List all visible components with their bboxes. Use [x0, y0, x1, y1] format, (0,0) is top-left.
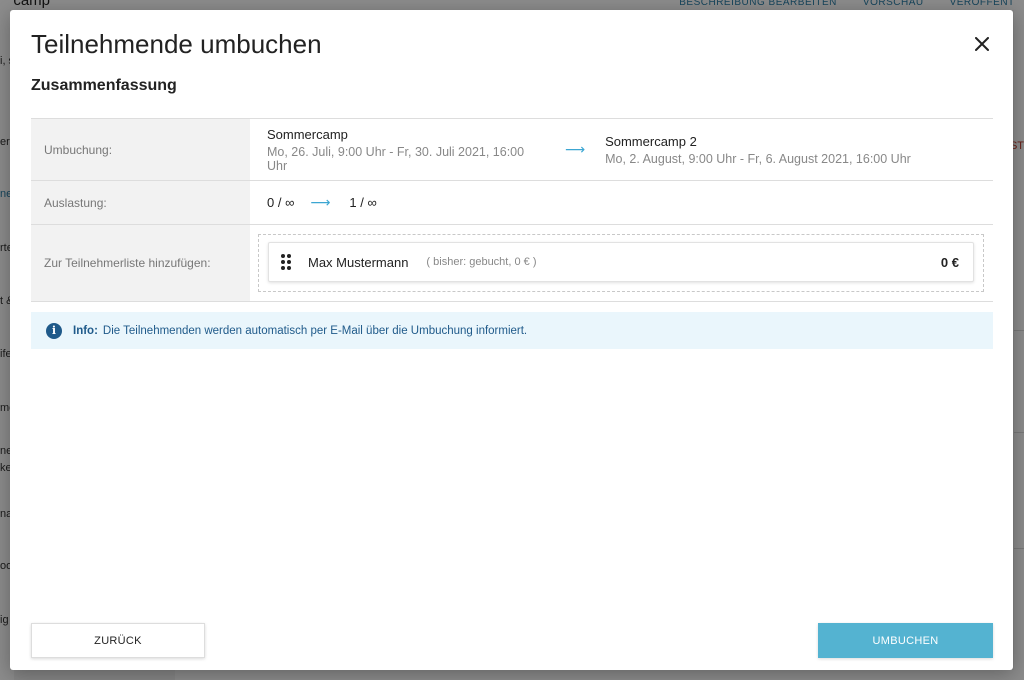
participant-name: Max Mustermann	[308, 254, 409, 270]
participant-price: 0 €	[940, 254, 959, 270]
row-label-booking: Umbuchung:	[31, 119, 250, 180]
row-content-capacity: 0 / ∞ ⟶ 1 / ∞	[250, 181, 993, 224]
close-icon	[975, 37, 989, 51]
dialog-title: Teilnehmende umbuchen	[31, 29, 322, 59]
summary-row-capacity: Auslastung: 0 / ∞ ⟶ 1 / ∞	[31, 181, 993, 225]
source-event-dates: Mo, 26. Juli, 9:00 Uhr - Fr, 30. Juli 20…	[267, 144, 525, 173]
row-content-add-to-list: Max Mustermann ( bisher: gebucht, 0 € ) …	[250, 225, 993, 301]
dialog-subtitle: Zusammenfassung	[31, 77, 177, 94]
rebook-button[interactable]: UMBUCHEN	[818, 623, 993, 658]
close-button[interactable]	[970, 32, 994, 56]
participant-card[interactable]: Max Mustermann ( bisher: gebucht, 0 € ) …	[268, 242, 974, 282]
capacity-before: 0 / ∞	[267, 195, 295, 210]
participant-previous-status: ( bisher: gebucht, 0 € )	[426, 256, 537, 268]
row-label-capacity: Auslastung:	[31, 181, 250, 224]
rebook-dialog: Teilnehmende umbuchen Zusammenfassung Um…	[10, 10, 1013, 670]
target-event: Sommercamp 2 Mo, 2. August, 9:00 Uhr - F…	[605, 134, 911, 166]
target-event-name: Sommercamp 2	[605, 133, 697, 149]
drag-handle-icon[interactable]	[281, 254, 291, 270]
info-icon: i	[46, 322, 62, 339]
back-button[interactable]: ZURÜCK	[31, 623, 205, 658]
target-event-dates: Mo, 2. August, 9:00 Uhr - Fr, 6. August …	[605, 151, 911, 166]
arrow-right-icon: ⟶	[565, 141, 586, 157]
summary-table: Umbuchung: Sommercamp Mo, 26. Juli, 9:00…	[31, 118, 993, 302]
arrow-right-icon: ⟶	[310, 194, 331, 210]
summary-row-booking: Umbuchung: Sommercamp Mo, 26. Juli, 9:00…	[31, 119, 993, 181]
source-event: Sommercamp Mo, 26. Juli, 9:00 Uhr - Fr, …	[267, 127, 547, 173]
info-label: Info:	[73, 324, 98, 337]
source-event-name: Sommercamp	[267, 126, 348, 142]
capacity-after: 1 / ∞	[349, 195, 377, 210]
participant-dropzone[interactable]: Max Mustermann ( bisher: gebucht, 0 € ) …	[258, 234, 984, 292]
info-banner: i Info: Die Teilnehmenden werden automat…	[31, 312, 993, 349]
summary-row-add-to-list: Zur Teilnehmerliste hinzufügen: Max Must…	[31, 225, 993, 302]
info-text: Die Teilnehmenden werden automatisch per…	[102, 324, 528, 337]
row-content-booking: Sommercamp Mo, 26. Juli, 9:00 Uhr - Fr, …	[250, 119, 993, 180]
row-label-add-to-list: Zur Teilnehmerliste hinzufügen:	[31, 225, 250, 301]
